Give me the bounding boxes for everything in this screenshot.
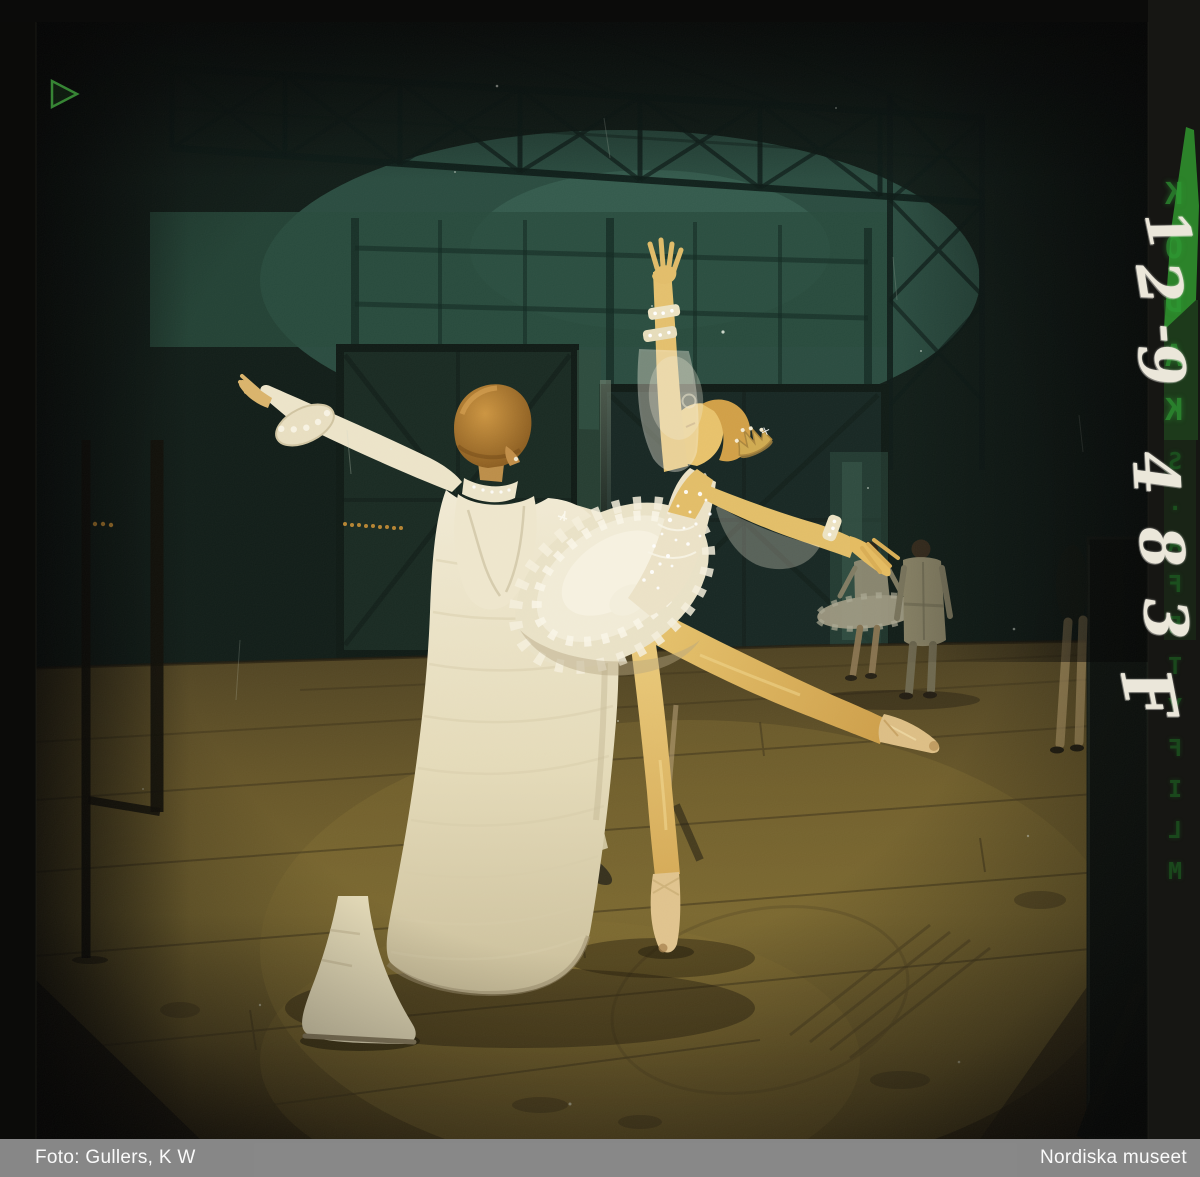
handwritten-char: 4 [1118,449,1194,497]
vignette [36,22,1148,1139]
handwritten-char: F [1104,663,1192,726]
handwritten-char: 1 [1131,203,1200,257]
museum-credit: Nordiska museet [1040,1147,1187,1169]
photo-canvas: K O D A K S . A F E T Y F I L M 1 2 - 9 … [0,0,1200,1177]
handwritten-negative-number: 1 2 - 9 4 8 3 F [1118,188,1200,788]
handwritten-char: 9 [1123,339,1200,391]
stage-photograph-illustration [0,0,1200,1177]
handwritten-char: 3 [1129,597,1200,641]
photographer-credit: Foto: Gullers, K W [35,1147,196,1169]
handwritten-char: 8 [1124,523,1198,572]
caption-bar: Foto: Gullers, K W Nordiska museet [0,1139,1200,1177]
handwritten-char: 2 [1121,257,1197,309]
